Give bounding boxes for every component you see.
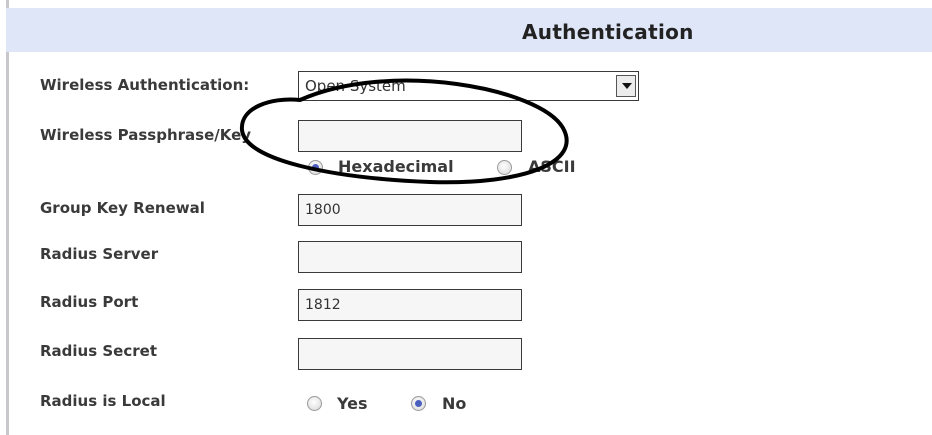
passphrase-label: Wireless Passphrase/Key: [40, 126, 252, 144]
radius-local-no-radio[interactable]: [411, 396, 426, 411]
key-format-hexadecimal-label: Hexadecimal: [338, 157, 454, 176]
section-header: [6, 8, 932, 52]
passphrase-input[interactable]: [298, 120, 522, 152]
section-title: Authentication: [522, 20, 694, 44]
wireless-auth-select[interactable]: Open System: [298, 71, 639, 101]
radius-local-label: Radius is Local: [40, 392, 166, 410]
radius-server-input[interactable]: [298, 241, 522, 273]
group-key-renewal-input[interactable]: [298, 194, 522, 226]
radius-server-label: Radius Server: [40, 245, 159, 263]
key-format-ascii-radio[interactable]: [497, 160, 512, 175]
auth-settings-page: Authentication Wireless Authentication: …: [0, 0, 932, 435]
radius-local-yes-label: Yes: [337, 394, 368, 413]
radius-secret-input[interactable]: [298, 338, 522, 370]
radius-secret-label: Radius Secret: [40, 342, 157, 360]
key-format-hexadecimal-radio[interactable]: [308, 160, 323, 175]
left-border: [6, 0, 9, 435]
key-format-ascii-label: ASCII: [528, 157, 576, 176]
radius-local-yes-radio[interactable]: [307, 396, 322, 411]
radius-port-label: Radius Port: [40, 293, 139, 311]
group-key-renewal-label: Group Key Renewal: [40, 199, 205, 217]
radius-port-input[interactable]: [298, 289, 522, 321]
wireless-auth-label: Wireless Authentication:: [40, 76, 250, 94]
chevron-down-icon[interactable]: [616, 75, 636, 97]
radius-local-no-label: No: [442, 394, 467, 413]
wireless-auth-selected-value: Open System: [305, 77, 406, 95]
